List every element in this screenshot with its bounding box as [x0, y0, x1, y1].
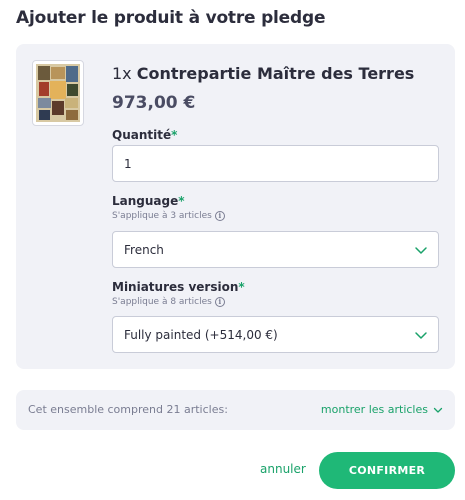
language-value: French	[124, 242, 164, 257]
language-hint-text: S'applique à 3 articles	[112, 211, 212, 221]
product-name: Contrepartie Maître des Terres	[136, 64, 415, 83]
language-label: Language*	[112, 194, 185, 208]
info-icon[interactable]: i	[214, 211, 225, 221]
required-mark: *	[171, 128, 178, 142]
chevron-down-icon	[433, 407, 443, 413]
miniatures-label: Miniatures version*	[112, 280, 245, 294]
show-items-label: montrer les articles	[320, 403, 428, 416]
language-hint: S'applique à 3 articles i	[112, 211, 225, 221]
quantity-input[interactable]: 1	[112, 145, 439, 182]
confirm-button[interactable]: CONFIRMER	[319, 452, 455, 489]
chevron-down-icon	[415, 332, 427, 339]
product-title: 1x Contrepartie Maître des Terres	[112, 64, 414, 83]
quantity-label-text: Quantité	[112, 128, 172, 142]
bundle-summary: Cet ensemble comprend 21 articles: montr…	[16, 390, 455, 430]
language-label-text: Language	[112, 194, 179, 208]
product-panel: 1x Contrepartie Maître des Terres 973,00…	[16, 44, 455, 369]
product-quantity-prefix: 1x	[112, 64, 132, 83]
quantity-label: Quantité*	[112, 128, 177, 142]
bundle-summary-text: Cet ensemble comprend 21 articles:	[28, 403, 228, 416]
miniatures-hint-text: S'applique à 8 articles	[112, 297, 212, 307]
miniatures-label-text: Miniatures version	[112, 280, 239, 294]
show-items-link[interactable]: montrer les articles	[321, 403, 443, 416]
miniatures-hint: S'applique à 8 articles i	[112, 297, 225, 307]
product-price: 973,00 €	[112, 93, 196, 113]
required-mark: *	[238, 280, 245, 294]
info-icon[interactable]: i	[214, 297, 225, 307]
cancel-button[interactable]: annuler	[260, 462, 306, 476]
quantity-value: 1	[124, 156, 132, 171]
required-mark: *	[178, 194, 185, 208]
miniatures-select[interactable]: Fully painted (+514,00 €)	[112, 316, 439, 353]
chevron-down-icon	[415, 247, 427, 254]
miniatures-value: Fully painted (+514,00 €)	[124, 327, 278, 342]
product-thumbnail	[32, 60, 84, 126]
dialog-title: Ajouter le produit à votre pledge	[16, 8, 326, 28]
language-select[interactable]: French	[112, 231, 439, 268]
